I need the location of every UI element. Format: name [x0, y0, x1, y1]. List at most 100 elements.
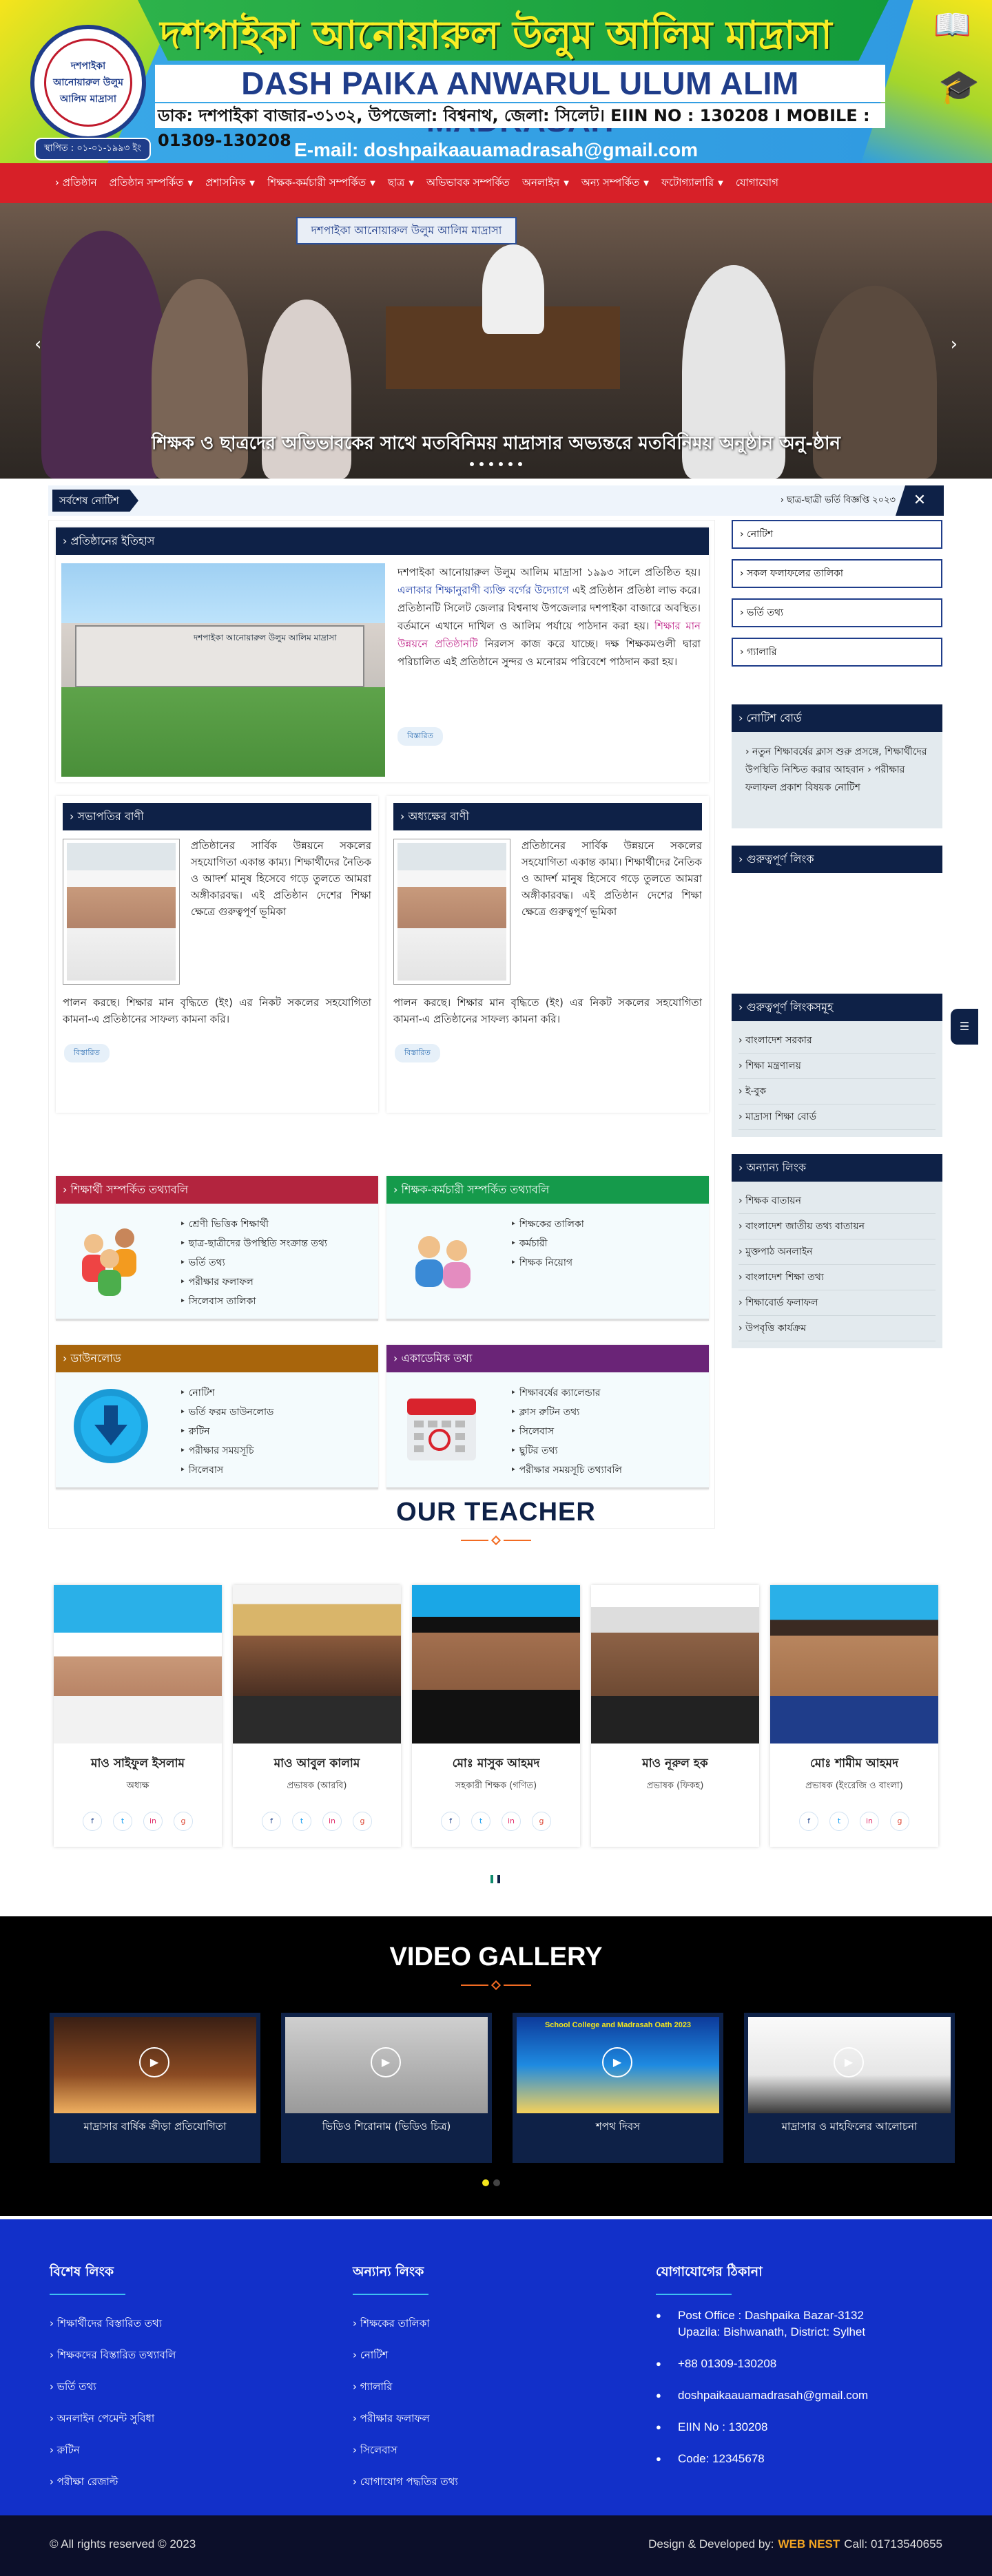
- service-link[interactable]: ভর্তি তথ্য: [180, 1253, 327, 1273]
- notice-board-text[interactable]: › নতুন শিক্ষাবর্ষের ক্লাস শুরু প্রসঙ্গে,…: [732, 732, 942, 808]
- email-text[interactable]: doshpaikaauamadrasah@gmail.com: [678, 2387, 868, 2404]
- google-icon[interactable]: g: [890, 1812, 909, 1831]
- sidebar-link[interactable]: শিক্ষক বাতায়ন: [738, 1188, 936, 1214]
- slider-dot[interactable]: [499, 462, 503, 466]
- teacher-card[interactable]: মাও নূরুল হক প্রভাষক (ফিকহ): [591, 1585, 759, 1847]
- sidebar-link[interactable]: ই-বুক: [738, 1079, 936, 1104]
- sidebar-link[interactable]: বাংলাদেশ সরকার: [738, 1028, 936, 1054]
- developer-brand-link[interactable]: WEB NEST: [778, 2537, 840, 2551]
- service-link[interactable]: ছাত্র-ছাত্রীদের উপস্থিতি সংক্রান্ত তথ্য: [180, 1234, 327, 1253]
- google-icon[interactable]: g: [353, 1812, 372, 1831]
- service-link[interactable]: নোটিশ: [180, 1383, 273, 1403]
- slider-dot[interactable]: [490, 1875, 493, 1883]
- service-link[interactable]: সিলেবাস তালিকা: [180, 1292, 327, 1311]
- slider-dot[interactable]: [470, 462, 474, 466]
- google-icon[interactable]: g: [532, 1812, 551, 1831]
- nav-item[interactable]: প্রশাসনিক ▼: [205, 175, 255, 192]
- nav-item[interactable]: যোগাযোগ: [736, 175, 778, 192]
- history-more-button[interactable]: বিস্তারিত: [397, 727, 443, 746]
- slider-dot[interactable]: [493, 2179, 500, 2186]
- footer-link[interactable]: সিলেবাস: [353, 2434, 628, 2466]
- footer-link[interactable]: গ্যালারি: [353, 2371, 628, 2402]
- twitter-icon[interactable]: t: [113, 1812, 132, 1831]
- twitter-icon[interactable]: t: [471, 1812, 490, 1831]
- facebook-icon[interactable]: f: [83, 1812, 102, 1831]
- video-card[interactable]: School College and Madrasah Oath 2023 ▶ শপ…: [513, 2013, 723, 2163]
- service-link[interactable]: রুটিন: [180, 1422, 273, 1441]
- play-icon[interactable]: ▶: [834, 2047, 864, 2077]
- service-link[interactable]: পরীক্ষার সময়সূচি তথ্যাবলি: [510, 1460, 622, 1480]
- slider-dot[interactable]: [479, 462, 484, 466]
- video-card[interactable]: ▶ মাদ্রাসার ও মাহফিলের আলোচনা: [744, 2013, 955, 2163]
- service-link[interactable]: পরীক্ষার ফলাফল: [180, 1273, 327, 1292]
- footer-link[interactable]: যোগাযোগ পদ্ধতির তথ্য: [353, 2466, 628, 2498]
- linkedin-icon[interactable]: in: [502, 1812, 521, 1831]
- facebook-icon[interactable]: f: [441, 1812, 460, 1831]
- message-more-button[interactable]: বিস্তারিত: [395, 1044, 440, 1062]
- nav-item[interactable]: প্রতিষ্ঠান সম্পর্কিত ▼: [110, 175, 194, 192]
- video-card[interactable]: ▶ ভিডিও শিরোনাম (ভিডিও চিত্র): [281, 2013, 492, 2163]
- slider-dot[interactable]: [482, 2179, 489, 2186]
- slider-dot[interactable]: [497, 1875, 500, 1883]
- sidebar-button-results[interactable]: › সকল ফলাফলের তালিকা: [732, 559, 942, 588]
- footer-link[interactable]: শিক্ষকদের বিস্তারিত তথ্যাবলি: [50, 2339, 325, 2371]
- sidebar-link[interactable]: শিক্ষা মন্ত্রণালয়: [738, 1054, 936, 1079]
- sidebar-button-admission[interactable]: › ভর্তি তথ্য: [732, 598, 942, 627]
- twitter-icon[interactable]: t: [292, 1812, 311, 1831]
- service-link[interactable]: শ্রেণী ভিত্তিক শিক্ষার্থী: [180, 1215, 327, 1234]
- sidebar-link[interactable]: বাংলাদেশ জাতীয় তথ্য বাতায়ন: [738, 1214, 936, 1239]
- sidebar-toggle-button[interactable]: ☰: [951, 1009, 978, 1045]
- service-link[interactable]: শিক্ষক নিয়োগ: [510, 1253, 584, 1273]
- nav-item[interactable]: অনলাইন ▼: [522, 175, 569, 192]
- nav-item[interactable]: শিক্ষক-কর্মচারী সম্পর্কিত ▼: [267, 175, 375, 192]
- google-icon[interactable]: g: [174, 1812, 193, 1831]
- teacher-card[interactable]: মোঃ মাসুক আহমদ সহকারী শিক্ষক (গণিত) f t in g: [412, 1585, 580, 1847]
- service-link[interactable]: শিক্ষাবর্ষের ক্যালেন্ডার: [510, 1383, 622, 1403]
- footer-link[interactable]: শিক্ষার্থীদের বিস্তারিত তথ্য: [50, 2307, 325, 2339]
- sidebar-link[interactable]: মাদ্রাসা শিক্ষা বোর্ড: [738, 1104, 936, 1130]
- service-link[interactable]: শিক্ষকের তালিকা: [510, 1215, 584, 1234]
- service-link[interactable]: ভর্তি ফরম ডাউনলোড: [180, 1403, 274, 1422]
- nav-item[interactable]: ছাত্র ▼: [388, 175, 414, 192]
- footer-link[interactable]: নোটিশ: [353, 2339, 628, 2371]
- footer-link[interactable]: পরীক্ষার ফলাফল: [353, 2402, 628, 2434]
- twitter-icon[interactable]: t: [829, 1812, 849, 1831]
- play-icon[interactable]: ▶: [371, 2047, 401, 2077]
- slider-dot[interactable]: [489, 462, 493, 466]
- slider-prev-arrow[interactable]: ‹: [34, 334, 41, 355]
- video-card[interactable]: ▶ মাদ্রাসার বার্ষিক ক্রীড়া প্রতিযোগিতা: [50, 2013, 260, 2163]
- facebook-icon[interactable]: f: [799, 1812, 818, 1831]
- service-link[interactable]: কর্মচারী: [510, 1234, 584, 1253]
- ticker-close-button[interactable]: ✕: [896, 485, 944, 516]
- nav-item[interactable]: › প্রতিষ্ঠান: [55, 175, 97, 192]
- teacher-card[interactable]: মাও আবুল কালাম প্রভাষক (আরবি) f t in g: [233, 1585, 401, 1847]
- nav-item[interactable]: অন্য সম্পর্কিত ▼: [581, 175, 649, 192]
- sidebar-button-notice[interactable]: › নোটিশ: [732, 520, 942, 549]
- service-link[interactable]: পরীক্ষার সময়সূচি: [180, 1441, 273, 1460]
- footer-link[interactable]: অনলাইন পেমেন্ট সুবিধা: [50, 2402, 325, 2434]
- sidebar-link[interactable]: বাংলাদেশ শিক্ষা তথ্য: [738, 1265, 936, 1290]
- linkedin-icon[interactable]: in: [143, 1812, 163, 1831]
- footer-link[interactable]: ভর্তি তথ্য: [50, 2371, 325, 2402]
- footer-link[interactable]: শিক্ষকের তালিকা: [353, 2307, 628, 2339]
- slider-next-arrow[interactable]: ›: [951, 334, 958, 355]
- footer-link[interactable]: রুটিন: [50, 2434, 325, 2466]
- teacher-card[interactable]: মাও সাইফুল ইসলাম অধ্যক্ষ f t in g: [54, 1585, 222, 1847]
- phone-text[interactable]: +88 01309-130208: [678, 2356, 776, 2372]
- footer-link[interactable]: পরীক্ষা রেজাল্ট: [50, 2466, 325, 2498]
- slider-dot[interactable]: [508, 462, 513, 466]
- teacher-card[interactable]: মোঃ শামীম আহমদ প্রভাষক (ইংরেজি ও বাংলা) f t…: [770, 1585, 938, 1847]
- history-link[interactable]: এলাকার শিক্ষানুরাগী ব্যক্তি বর্গের উদ্যো…: [397, 584, 569, 596]
- service-link[interactable]: ছুটির তথ্য: [510, 1441, 622, 1460]
- message-more-button[interactable]: বিস্তারিত: [64, 1044, 110, 1062]
- sidebar-link[interactable]: শিক্ষাবোর্ড ফলাফল: [738, 1290, 936, 1316]
- service-link[interactable]: সিলেবাস: [510, 1422, 622, 1441]
- linkedin-icon[interactable]: in: [860, 1812, 879, 1831]
- service-link[interactable]: ক্লাস রুটিন তথ্য: [510, 1403, 622, 1422]
- ticker-text[interactable]: › ছাত্র-ছাত্রী ভর্তি বিজ্ঞপ্তি ২০২৩: [781, 494, 896, 508]
- nav-item[interactable]: ফটোগ্যালারি ▼: [661, 175, 723, 192]
- slider-dot[interactable]: [518, 462, 522, 466]
- play-icon[interactable]: ▶: [602, 2047, 632, 2077]
- sidebar-link[interactable]: মুক্তপাঠ অনলাইন: [738, 1239, 936, 1265]
- service-link[interactable]: সিলেবাস: [180, 1460, 273, 1480]
